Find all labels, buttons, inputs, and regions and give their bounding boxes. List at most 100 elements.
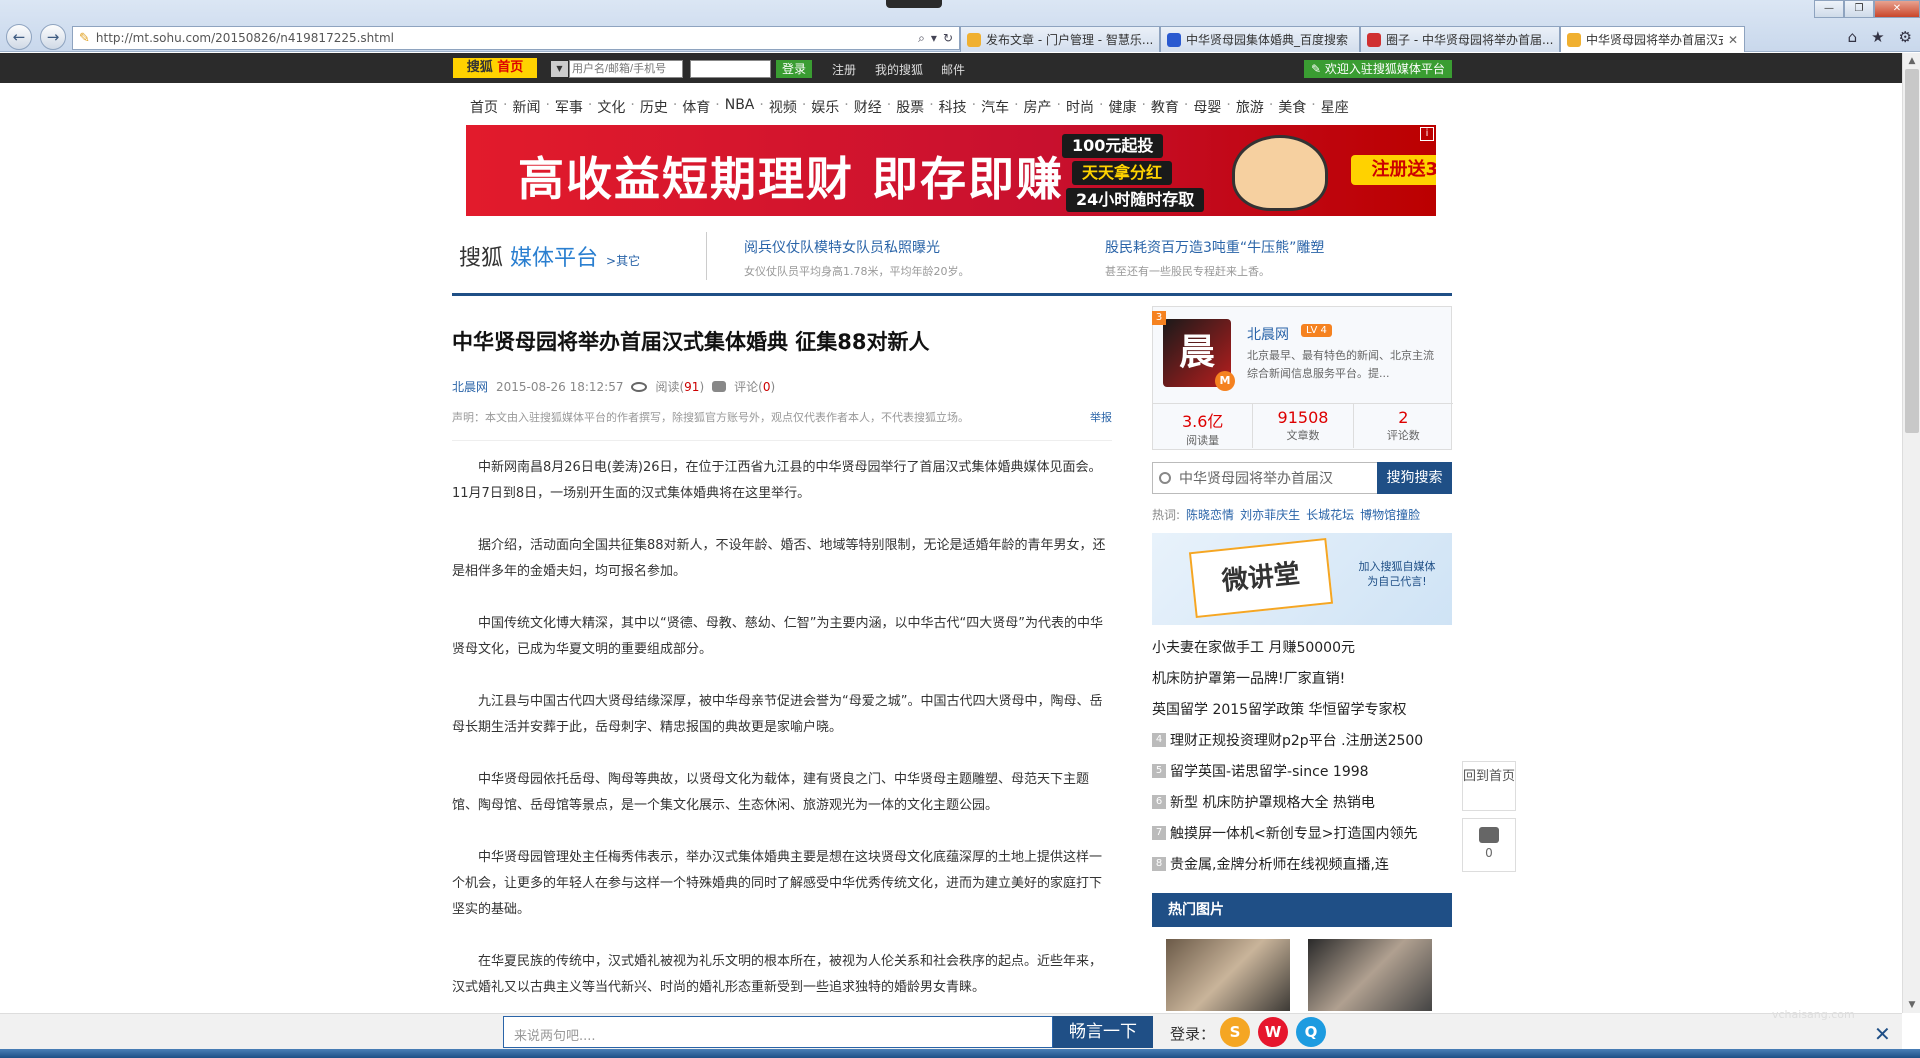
other-link[interactable]: >其它	[606, 254, 640, 268]
nav-item[interactable]: 汽车	[981, 97, 1009, 117]
home-icon[interactable]: ⌂	[1848, 28, 1858, 46]
nav-item[interactable]: 首页	[470, 97, 498, 117]
nav-item[interactable]: 历史	[640, 97, 668, 117]
scroll-up-icon[interactable]: ▲	[1903, 53, 1920, 69]
username-input[interactable]	[569, 60, 683, 78]
maximize-button[interactable]: ❐	[1844, 0, 1874, 18]
refresh-icon[interactable]: ↻	[943, 31, 953, 46]
hot-pic-thumbnail[interactable]	[1308, 939, 1432, 1011]
search-icon[interactable]: ⌕	[918, 31, 925, 46]
comment-count[interactable]: 评论(0)	[734, 378, 775, 395]
floating-comment-button[interactable]: 0	[1462, 818, 1516, 872]
nav-item[interactable]: 娱乐	[811, 97, 839, 117]
author-name-link[interactable]: 北晨网	[1247, 324, 1289, 344]
ad-list-item[interactable]: 4 理财正规投资理财p2p平台 .注册送2500	[1152, 724, 1452, 755]
ad-link-text[interactable]: 机床防护罩第一品牌!厂家直销!	[1152, 668, 1345, 688]
scroll-down-icon[interactable]: ▼	[1903, 997, 1920, 1013]
back-to-home-button[interactable]: 回到首页	[1462, 761, 1516, 811]
address-bar[interactable]: ✎ http://mt.sohu.com/20150826/n419817225…	[72, 26, 960, 50]
nav-item[interactable]: 教育	[1151, 97, 1179, 117]
post-comment-button[interactable]: 畅言一下	[1053, 1016, 1153, 1048]
sohu-login-icon[interactable]: S	[1220, 1017, 1250, 1047]
ad-list-item[interactable]: 7 触摸屏一体机<新创专显>打造国内领先	[1152, 817, 1452, 848]
nav-item[interactable]: 母婴	[1193, 97, 1221, 117]
register-link[interactable]: 注册	[832, 61, 856, 78]
ad-link-text[interactable]: 英国留学 2015留学政策 华恒留学专家权	[1152, 699, 1407, 719]
nav-item[interactable]: 时尚	[1066, 97, 1094, 117]
nav-item[interactable]: 视频	[769, 97, 797, 117]
hot-word-link[interactable]: 长城花坛	[1306, 506, 1354, 523]
tab-1[interactable]: 发布文章 - 门户管理 - 智慧乐...	[960, 26, 1160, 52]
ad-list-item[interactable]: 3 英国留学 2015留学政策 华恒留学专家权	[1152, 311, 1452, 724]
nav-item[interactable]: 旅游	[1236, 97, 1264, 117]
tab-3[interactable]: 圈子 - 中华贤母园将举办首届...	[1360, 26, 1560, 52]
author-avatar[interactable]: 晨M	[1163, 319, 1235, 391]
hot-story-2[interactable]: 股民耗资百万造3吨重“牛压熊”雕塑 甚至还有一些股民专程赶来上香。	[1105, 237, 1425, 279]
article-paragraph: 据介绍，活动面向全国共征集88对新人，不设年龄、婚否、地域等特别限制，无论是适婚…	[452, 538, 1106, 579]
join-media-platform-button[interactable]: ✎ 欢迎入驻搜狐媒体平台	[1304, 60, 1452, 78]
address-url[interactable]: http://mt.sohu.com/20150826/n419817225.s…	[96, 31, 394, 45]
nav-item[interactable]: 文化	[597, 97, 625, 117]
ad-link-text[interactable]: 新型 机床防护罩规格大全 热销电	[1170, 792, 1375, 812]
ad-list-item[interactable]: 8 贵金属,金牌分析师在线视频直播,连	[1152, 848, 1452, 879]
minimize-button[interactable]: —	[1814, 0, 1844, 18]
nav-item[interactable]: 房产	[1024, 97, 1052, 117]
banner-ad[interactable]: 高收益短期理财 即存即赚 100元起投 天天拿分红 24小时随时存取 注册送30…	[466, 125, 1436, 216]
favorites-star-icon[interactable]: ★	[1871, 28, 1884, 46]
hot-word-link[interactable]: 陈晓恋情	[1186, 506, 1234, 523]
tab-close-icon[interactable]: ✕	[1728, 33, 1738, 47]
hot-word-link[interactable]: 博物馆撞脸	[1360, 506, 1420, 523]
hot-word-link[interactable]: 刘亦菲庆生	[1240, 506, 1300, 523]
ad-list-item[interactable]: 1小夫妻在家做手工 月赚50000元	[1152, 311, 1452, 662]
search-input[interactable]: 中华贤母园将举办首届汉	[1152, 462, 1377, 494]
ad-link-text[interactable]: 贵金属,金牌分析师在线视频直播,连	[1170, 854, 1389, 874]
ad-link-text[interactable]: 触摸屏一体机<新创专显>打造国内领先	[1170, 823, 1417, 843]
hot-story-1[interactable]: 阅兵仪仗队模特女队员私照曝光 女仪仗队员平均身高1.78米，平均年龄20岁。	[744, 237, 1064, 279]
nav-item[interactable]: 星座	[1321, 97, 1349, 117]
nav-item[interactable]: 健康	[1108, 97, 1136, 117]
banner-cta[interactable]: 注册送30元现金	[1351, 155, 1436, 185]
nav-item[interactable]: 军事	[555, 97, 583, 117]
ad-info-icon[interactable]: i	[1420, 127, 1434, 141]
ad-list-item[interactable]: 2 机床防护罩第一品牌!厂家直销!	[1152, 311, 1452, 693]
qq-login-icon[interactable]: Q	[1296, 1017, 1326, 1047]
ad-list-item[interactable]: 6 新型 机床防护罩规格大全 热销电	[1152, 786, 1452, 817]
sogou-search-button[interactable]: 搜狗搜索	[1377, 462, 1452, 494]
close-window-button[interactable]: ✕	[1874, 0, 1920, 18]
nav-item[interactable]: NBA	[725, 97, 755, 117]
tab-2[interactable]: 中华贤母园集体婚典_百度搜索	[1160, 26, 1360, 52]
password-input[interactable]	[690, 60, 771, 78]
report-link[interactable]: 举报	[1090, 409, 1112, 425]
account-type-dropdown-icon[interactable]: ▼	[551, 61, 568, 77]
close-bar-icon[interactable]: ✕	[1874, 1022, 1891, 1046]
nav-item[interactable]: 财经	[854, 97, 882, 117]
micro-lecture-promo[interactable]: 微讲堂 加入搜狐自媒体 为自己代言!	[1152, 533, 1452, 625]
ad-list-item[interactable]: 5 留学英国-诺思留学-since 1998	[1152, 755, 1452, 786]
ad-link-text[interactable]: 理财正规投资理财p2p平台 .注册送2500	[1170, 730, 1423, 750]
settings-gear-icon[interactable]: ⚙	[1899, 28, 1912, 46]
nav-item[interactable]: 股票	[896, 97, 924, 117]
comment-input[interactable]: 来说两句吧....	[503, 1016, 1053, 1048]
article-source-link[interactable]: 北晨网	[452, 378, 488, 395]
nav-item[interactable]: 体育	[682, 97, 710, 117]
vertical-scrollbar[interactable]: ▲ ▼	[1902, 53, 1920, 1013]
ad-link-text[interactable]: 小夫妻在家做手工 月赚50000元	[1152, 637, 1355, 657]
nav-item[interactable]: 美食	[1278, 97, 1306, 117]
hot-pic-thumbnail[interactable]	[1166, 939, 1290, 1011]
sohu-home-logo[interactable]: 搜狐 首页	[453, 58, 537, 78]
dropdown-icon[interactable]: ▾	[931, 31, 937, 46]
media-platform-logo[interactable]: 搜狐 媒体平台 >其它	[459, 240, 640, 272]
back-button[interactable]: ←	[6, 24, 32, 50]
my-sohu-link[interactable]: 我的搜狐	[875, 61, 923, 78]
weibo-login-icon[interactable]: W	[1258, 1017, 1288, 1047]
forward-button[interactable]: →	[40, 24, 66, 50]
ad-link-text[interactable]: 留学英国-诺思留学-since 1998	[1170, 761, 1369, 781]
mail-link[interactable]: 邮件	[941, 61, 965, 78]
login-button[interactable]: 登录	[776, 60, 812, 78]
tab-4-active[interactable]: 中华贤母园将举办首届汉式... ✕	[1560, 26, 1745, 52]
nav-item[interactable]: 新闻	[512, 97, 540, 117]
hot-story-title[interactable]: 阅兵仪仗队模特女队员私照曝光	[744, 237, 1064, 257]
scroll-thumb[interactable]	[1905, 69, 1919, 433]
hot-story-title[interactable]: 股民耗资百万造3吨重“牛压熊”雕塑	[1105, 237, 1425, 257]
nav-item[interactable]: 科技	[939, 97, 967, 117]
